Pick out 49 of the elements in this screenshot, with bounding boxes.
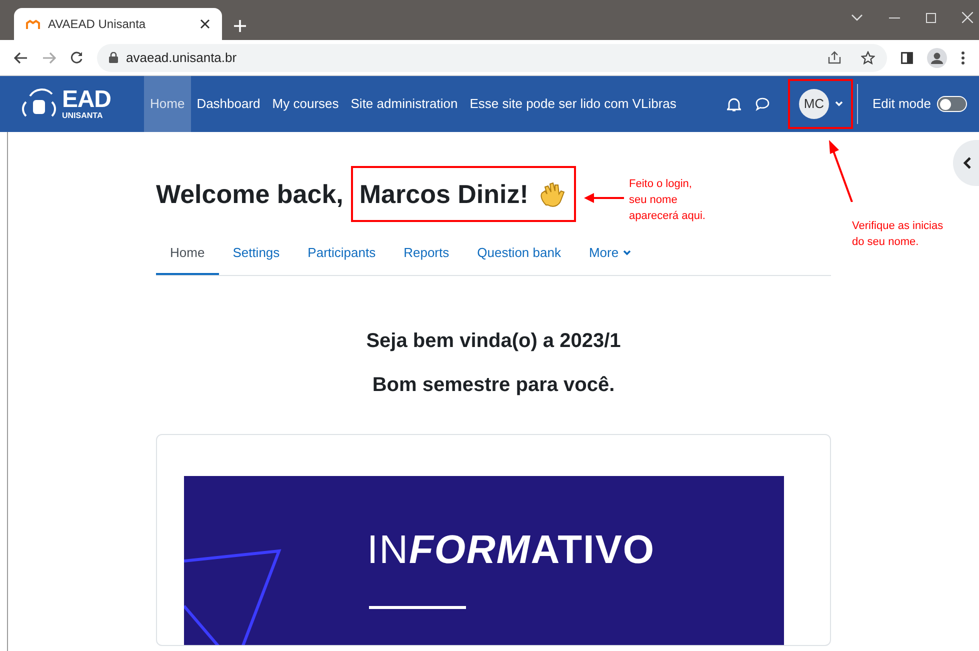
lock-icon xyxy=(109,52,118,63)
address-bar[interactable]: avaead.unisanta.br xyxy=(97,44,887,72)
user-avatar[interactable]: MC xyxy=(798,89,829,119)
annotation-arrow xyxy=(826,140,856,202)
nav-link[interactable]: My courses xyxy=(266,76,345,132)
star-icon[interactable] xyxy=(861,50,875,64)
welcome-heading: Welcome back, xyxy=(156,178,344,210)
bell-icon[interactable] xyxy=(727,96,742,112)
nav-link[interactable]: Dashboard xyxy=(190,76,266,132)
edit-mode-toggle[interactable] xyxy=(937,96,967,112)
banner-title: INFORMATIVO xyxy=(367,530,656,570)
annotation-note: Feito o login, seu nome aparecerá aqui. xyxy=(629,177,706,224)
caret-icon[interactable] xyxy=(834,101,843,107)
close-icon[interactable] xyxy=(200,19,210,29)
site-favicon-icon xyxy=(26,18,40,30)
caret-icon xyxy=(622,250,631,256)
course-tab[interactable]: Settings xyxy=(218,232,294,275)
course-tab[interactable]: More xyxy=(574,232,645,275)
course-tab[interactable]: Question bank xyxy=(463,232,575,275)
browser-tab[interactable]: AVAEAD Unisanta xyxy=(14,8,222,40)
more-vert-icon[interactable] xyxy=(961,50,965,64)
logo-subtext: UNISANTA xyxy=(62,112,104,120)
annotation-arrow xyxy=(584,192,624,204)
user-name: Marcos Diniz! xyxy=(359,178,528,210)
profile-icon[interactable] xyxy=(927,48,947,68)
maximize-icon[interactable] xyxy=(926,12,936,22)
side-panel-icon[interactable] xyxy=(901,52,913,64)
back-arrow-icon[interactable] xyxy=(14,52,28,64)
new-tab-icon[interactable] xyxy=(234,20,246,32)
chevron-left-icon xyxy=(963,157,971,169)
reload-icon[interactable] xyxy=(70,51,83,64)
chevron-down-icon[interactable] xyxy=(851,14,863,22)
chat-bubble-icon[interactable] xyxy=(755,97,770,111)
tab-title: AVAEAD Unisanta xyxy=(48,16,147,33)
share-icon[interactable] xyxy=(828,51,841,64)
edit-mode-label: Edit mode xyxy=(872,95,931,114)
annotation-note: Verifique as inicias do seu nome. xyxy=(852,219,944,250)
welcome-text: Bom semestre para você. xyxy=(372,373,615,398)
logo-text: EAD xyxy=(62,88,111,112)
site-logo[interactable]: EAD UNISANTA xyxy=(20,88,144,120)
nav-link[interactable]: Site administration xyxy=(344,76,464,132)
url-text: avaead.unisanta.br xyxy=(126,48,238,67)
course-tab[interactable]: Reports xyxy=(390,232,464,275)
nav-link[interactable]: Esse site pode ser lido com VLibras xyxy=(464,76,682,132)
welcome-text: Seja bem vinda(o) a 2023/1 xyxy=(366,329,621,354)
drawer-toggle[interactable] xyxy=(953,140,979,186)
minimize-icon[interactable] xyxy=(889,16,900,18)
course-tab[interactable]: Participants xyxy=(294,232,390,275)
course-tab[interactable]: Home xyxy=(156,232,219,275)
